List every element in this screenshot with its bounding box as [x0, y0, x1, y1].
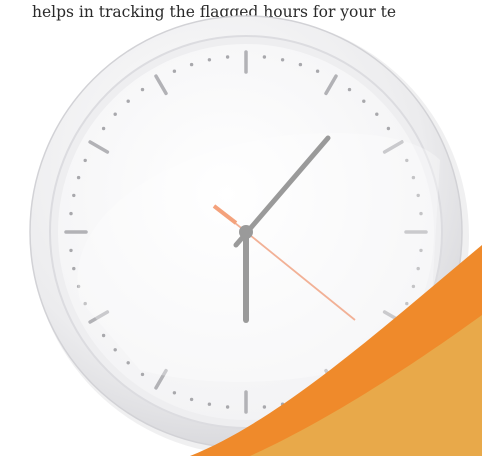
minute-tick [140, 372, 145, 377]
minute-tick [262, 55, 267, 59]
minute-tick [126, 99, 130, 103]
minute-tick [83, 158, 87, 163]
minute-tick [172, 69, 177, 73]
minute-tick [189, 62, 194, 67]
minute-tick [347, 87, 352, 92]
minute-tick [126, 361, 130, 365]
minute-tick [69, 248, 73, 253]
minute-tick [225, 55, 230, 59]
minute-tick [207, 402, 212, 406]
minute-tick [225, 405, 230, 409]
minute-tick [207, 58, 212, 62]
illustration-canvas [29, 15, 482, 456]
minute-tick [298, 62, 303, 67]
promo-illustration: helps in tracking the flagged hours for … [0, 0, 482, 456]
minute-tick [101, 126, 106, 131]
minute-tick [69, 211, 73, 216]
minute-tick [189, 397, 194, 402]
minute-tick [140, 87, 145, 92]
minute-tick [172, 391, 177, 395]
minute-tick [76, 175, 81, 180]
clock-center-cap [239, 225, 253, 239]
minute-tick [280, 58, 285, 62]
minute-tick [113, 112, 117, 116]
minute-tick [315, 69, 320, 73]
minute-tick [262, 405, 267, 409]
minute-tick [386, 126, 391, 131]
minute-tick [72, 193, 76, 198]
minute-tick [375, 112, 379, 116]
minute-tick [72, 266, 76, 271]
minute-tick [113, 348, 117, 352]
minute-tick [362, 99, 366, 103]
minute-tick [101, 333, 106, 338]
